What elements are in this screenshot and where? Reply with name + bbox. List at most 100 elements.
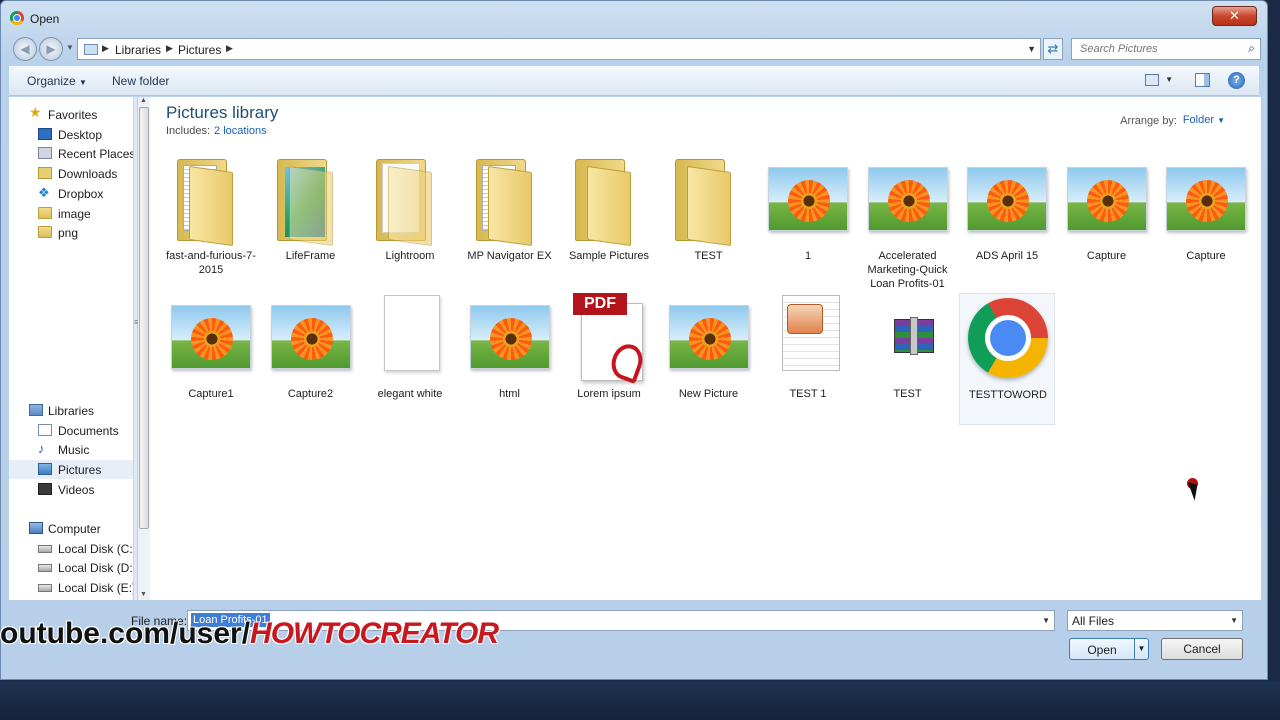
sidebar-item-label: Downloads [58, 167, 118, 182]
file-tile[interactable]: 1 [760, 155, 856, 287]
file-tile[interactable]: Capture1 [163, 293, 259, 425]
navigation-scrollbar[interactable]: ▲ ▼ [138, 97, 150, 600]
sidebar-item-png[interactable]: png [9, 223, 133, 242]
address-bar[interactable]: ▶ Libraries ▶ Pictures ▶ ▼ [77, 38, 1041, 60]
file-tile[interactable]: elegant white [362, 293, 458, 425]
file-tile[interactable]: Capture2 [263, 293, 359, 425]
open-dialog: Open ✕ ◀ ▶ ▼ ▶ Libraries ▶ Pictures ▶ ▼ … [0, 0, 1268, 680]
sidebar-item-dropbox[interactable]: ❖ Dropbox [9, 184, 133, 203]
sidebar-item-pictures[interactable]: Pictures [9, 460, 133, 480]
sidebar-item-favorites[interactable]: ★ Favorites [9, 105, 133, 124]
file-tile[interactable]: Capture [1158, 155, 1254, 287]
search-icon[interactable]: ⌕ [1248, 41, 1255, 56]
breadcrumb-arrow-icon[interactable]: ▶ [226, 43, 233, 54]
file-tile[interactable]: Sample Pictures [561, 155, 657, 287]
file-name: TESTTOWORD [968, 389, 1047, 401]
chevron-down-icon: ▼ [79, 78, 87, 87]
change-view-icon[interactable] [1145, 74, 1159, 86]
sidebar-item-libraries[interactable]: Libraries [9, 401, 133, 420]
sidebar-item-music[interactable]: ♪ Music [9, 440, 133, 459]
file-tile[interactable]: html [462, 293, 558, 425]
sidebar-item-label: image [58, 206, 91, 221]
back-button[interactable]: ◀ [13, 37, 37, 61]
navigation-bar: ◀ ▶ ▼ ▶ Libraries ▶ Pictures ▶ ▼ ⇄ ⌕ [9, 35, 1261, 63]
file-name: 1 [804, 250, 812, 262]
locations-link[interactable]: 2 locations [214, 125, 267, 137]
file-tile[interactable]: LifeFrame [263, 155, 359, 287]
sidebar-item-local-disk-d[interactable]: Local Disk (D:) [9, 558, 133, 577]
sidebar-item-label: Favorites [48, 108, 98, 122]
file-name-dropdown-icon[interactable]: ▼ [1042, 616, 1050, 625]
breadcrumb-arrow-icon[interactable]: ▶ [166, 43, 173, 54]
sidebar-item-computer[interactable]: Computer [9, 519, 133, 538]
sidebar-item-label: Videos [58, 482, 95, 497]
title-bar[interactable]: Open ✕ [1, 1, 1267, 35]
file-tile[interactable]: fast-and-furious-7-2015 [163, 155, 259, 287]
file-tile[interactable]: TEST [860, 293, 956, 425]
sidebar-item-recent-places[interactable]: Recent Places [9, 144, 133, 163]
pane-splitter[interactable] [133, 97, 137, 600]
file-name: Capture [1086, 250, 1127, 262]
file-type-select[interactable]: All Files ▼ [1067, 610, 1243, 631]
view-options-dropdown[interactable]: ▼ [1165, 75, 1173, 84]
sidebar-item-label: Computer [48, 522, 101, 536]
help-icon[interactable]: ? [1228, 72, 1245, 89]
watermark-brand: HOWTOCREATOR [250, 617, 499, 650]
forward-button[interactable]: ▶ [39, 37, 63, 61]
breadcrumb-arrow-icon[interactable]: ▶ [102, 43, 109, 54]
open-options-dropdown[interactable]: ▼ [1134, 639, 1148, 659]
computer-icon [29, 522, 43, 534]
sidebar-item-local-disk-e[interactable]: Local Disk (E:) [9, 578, 133, 597]
arrange-by-dropdown[interactable]: Folder ▼ [1183, 114, 1225, 126]
file-tile[interactable]: PDF Lorem ipsum [561, 293, 657, 425]
music-icon: ♪ [38, 441, 45, 457]
sidebar-item-downloads[interactable]: Downloads [9, 164, 133, 183]
command-bar: Organize ▼ New folder ▼ ? [9, 66, 1259, 96]
chevron-down-icon[interactable]: ▼ [1230, 616, 1238, 625]
close-button[interactable]: ✕ [1212, 6, 1257, 26]
folder-icon [171, 155, 251, 247]
libraries-icon [29, 404, 43, 416]
cancel-button[interactable]: Cancel [1161, 638, 1243, 660]
sidebar-item-local-disk-c[interactable]: Local Disk (C:) [9, 539, 133, 558]
search-box[interactable]: ⌕ [1071, 38, 1261, 60]
scrollbar-thumb[interactable] [139, 107, 149, 529]
folder-icon [38, 226, 52, 239]
file-tile[interactable]: Accelerated Marketing-Quick Loan Profits… [860, 155, 956, 290]
sidebar-item-label: Recent Places [58, 147, 133, 162]
file-tile[interactable]: TEST 1 [760, 293, 856, 425]
search-input[interactable] [1072, 39, 1240, 59]
file-name: ADS April 15 [975, 250, 1039, 262]
file-tile[interactable]: Lightroom [362, 155, 458, 287]
file-tile[interactable]: Capture [1059, 155, 1155, 287]
address-dropdown-icon[interactable]: ▼ [1027, 44, 1036, 54]
image-file-icon [469, 293, 550, 383]
organize-menu[interactable]: Organize ▼ [27, 74, 87, 88]
file-tile[interactable]: ADS April 15 [959, 155, 1055, 287]
folder-icon [569, 155, 649, 247]
file-tile[interactable]: MP Navigator EX [462, 155, 558, 287]
file-tile[interactable]: TESTTOWORD [959, 293, 1055, 425]
sidebar-item-desktop[interactable]: Desktop [9, 125, 133, 144]
file-tile[interactable]: New Picture [661, 293, 757, 425]
recent-pages-dropdown[interactable]: ▼ [66, 43, 74, 52]
sidebar-item-documents[interactable]: Documents [9, 421, 133, 440]
scroll-up-icon[interactable]: ▲ [140, 97, 147, 104]
sidebar-item-label: Music [58, 443, 90, 458]
file-type-value: All Files [1072, 614, 1115, 628]
scroll-down-icon[interactable]: ▼ [140, 591, 147, 598]
image-file-icon [668, 293, 749, 383]
chevron-down-icon: ▼ [1217, 116, 1225, 125]
preview-pane-icon[interactable] [1195, 73, 1210, 87]
new-folder-button[interactable]: New folder [112, 74, 169, 88]
open-button[interactable]: Open ▼ [1069, 638, 1149, 660]
arrange-by-value: Folder [1182, 114, 1215, 126]
file-tile[interactable]: TEST [661, 155, 757, 287]
file-name: Accelerated Marketing-Quick Loan Profits… [867, 250, 948, 290]
sidebar-item-videos[interactable]: Videos [9, 480, 133, 499]
sidebar-item-label: Local Disk (C:) [58, 541, 133, 556]
breadcrumb-libraries[interactable]: Libraries [115, 43, 161, 57]
breadcrumb-pictures[interactable]: Pictures [178, 43, 221, 57]
refresh-button[interactable]: ⇄ [1043, 38, 1063, 60]
sidebar-item-image[interactable]: image [9, 204, 133, 223]
